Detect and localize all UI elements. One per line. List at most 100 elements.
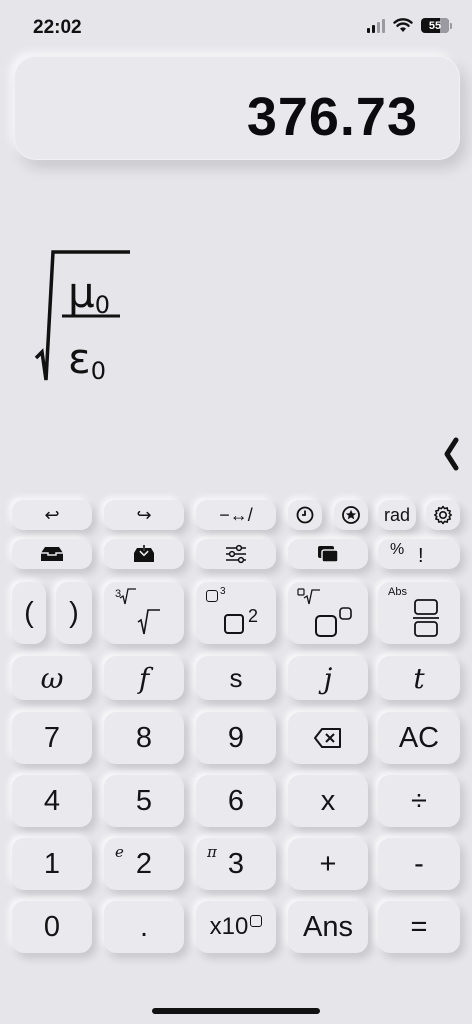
key-2-label: 2	[135, 847, 153, 880]
key-4[interactable]: 4	[12, 775, 92, 827]
all-clear-label: AC	[398, 721, 440, 754]
var-s-button[interactable]: s	[196, 656, 276, 700]
windows-button[interactable]	[288, 539, 368, 569]
plus-button[interactable]: +	[288, 838, 368, 890]
key-8-label: 8	[135, 721, 153, 754]
gear-icon	[434, 505, 452, 525]
times-ten-power-button[interactable]: x10	[196, 901, 276, 953]
power-button[interactable]: 3 2	[196, 582, 276, 644]
var-j-label: j	[323, 661, 333, 695]
key-9[interactable]: 9	[196, 712, 276, 764]
key-5[interactable]: 5	[104, 775, 184, 827]
fraction-icon	[413, 599, 439, 637]
result-value: 376.73	[246, 87, 418, 147]
convert-button[interactable]: −↔/	[196, 500, 276, 530]
exponent-placeholder	[250, 915, 263, 927]
inbox-icon	[41, 547, 63, 561]
percent-factorial-button[interactable]: % !	[378, 539, 460, 569]
close-paren-label: )	[69, 596, 79, 629]
status-time: 22:02	[33, 17, 82, 38]
pi-label: π	[207, 843, 217, 861]
numerator: μ0	[68, 268, 110, 319]
var-f-button[interactable]: f	[104, 656, 184, 700]
euler-label: e	[115, 843, 124, 861]
factorial-label: !	[418, 545, 424, 567]
battery-tip	[450, 22, 452, 29]
history-button[interactable]	[288, 500, 322, 530]
divide-button[interactable]: ÷	[378, 775, 460, 827]
key-4-label: 4	[43, 784, 61, 817]
angle-mode-button[interactable]: rad	[378, 500, 416, 530]
history-icon	[296, 506, 314, 524]
windows-icon	[318, 546, 339, 563]
var-j-button[interactable]: j	[288, 656, 368, 700]
redo-icon: ↪	[136, 504, 152, 525]
home-indicator[interactable]	[152, 1008, 320, 1014]
result-display: 376.73	[14, 56, 460, 160]
minus-button[interactable]: -	[378, 838, 460, 890]
divide-label: ÷	[411, 784, 427, 817]
base-placeholder	[224, 614, 244, 634]
chevron-left-icon[interactable]	[442, 436, 460, 472]
key-3[interactable]: π 3	[196, 838, 276, 890]
root-icon	[119, 588, 160, 635]
key-7[interactable]: 7	[12, 712, 92, 764]
favorites-button[interactable]	[334, 500, 368, 530]
multiply-button[interactable]: x	[288, 775, 368, 827]
open-paren-button[interactable]: (	[12, 582, 46, 644]
decimal-button[interactable]: .	[104, 901, 184, 953]
key-1[interactable]: 1	[12, 838, 92, 890]
multiply-label: x	[320, 784, 336, 817]
key-5-label: 5	[135, 784, 153, 817]
battery-level: 55	[428, 19, 442, 32]
var-omega-button[interactable]: ω	[12, 656, 92, 700]
denominator-subscript: 0	[90, 357, 106, 385]
key-0[interactable]: 0	[12, 901, 92, 953]
abs-label: Abs	[388, 586, 407, 598]
key-2[interactable]: e 2	[104, 838, 184, 890]
nth-root-power-button[interactable]	[288, 582, 368, 644]
var-t-label: t	[413, 661, 425, 695]
cellular-signal-icon	[367, 18, 385, 33]
wifi-icon	[393, 18, 413, 33]
answer-button[interactable]: Ans	[288, 901, 368, 953]
inbox-button[interactable]	[12, 539, 92, 569]
undo-button[interactable]: ↩	[12, 500, 92, 530]
battery-icon: 55	[421, 18, 449, 33]
expression-area[interactable]: μ0 ε0	[34, 248, 144, 385]
key-8[interactable]: 8	[104, 712, 184, 764]
key-9-label: 9	[227, 721, 245, 754]
save-icon	[134, 545, 154, 562]
save-button[interactable]	[104, 539, 184, 569]
abs-fraction-button[interactable]: Abs	[378, 582, 460, 644]
close-paren-button[interactable]: )	[56, 582, 92, 644]
backspace-button[interactable]	[288, 712, 368, 764]
power3-label: 3	[220, 586, 226, 597]
key-0-label: 0	[43, 910, 61, 943]
numerator-subscript: 0	[94, 291, 111, 319]
open-paren-label: (	[24, 596, 34, 629]
var-f-label: f	[138, 661, 150, 695]
equals-button[interactable]: =	[378, 901, 460, 953]
all-clear-button[interactable]: AC	[378, 712, 460, 764]
undo-icon: ↩	[44, 504, 60, 525]
equals-label: =	[410, 910, 428, 943]
answer-label: Ans	[303, 910, 353, 943]
var-t-button[interactable]: t	[378, 656, 460, 700]
base-placeholder-small	[206, 590, 218, 602]
key-6[interactable]: 6	[196, 775, 276, 827]
status-bar: 22:02 55	[0, 0, 472, 56]
cube-root-button[interactable]: 3	[104, 582, 184, 644]
minus-label: -	[414, 847, 424, 880]
backspace-icon	[314, 728, 341, 748]
convert-label: −↔/	[219, 504, 253, 525]
key-7-label: 7	[43, 721, 61, 754]
settings-button[interactable]	[426, 500, 460, 530]
redo-button[interactable]: ↪	[104, 500, 184, 530]
angle-mode-label: rad	[383, 504, 410, 525]
key-3-label: 3	[227, 847, 245, 880]
mu-symbol: μ	[68, 268, 95, 317]
key-6-label: 6	[227, 784, 245, 817]
sliders-button[interactable]	[196, 539, 276, 569]
denominator: ε0	[68, 334, 106, 385]
